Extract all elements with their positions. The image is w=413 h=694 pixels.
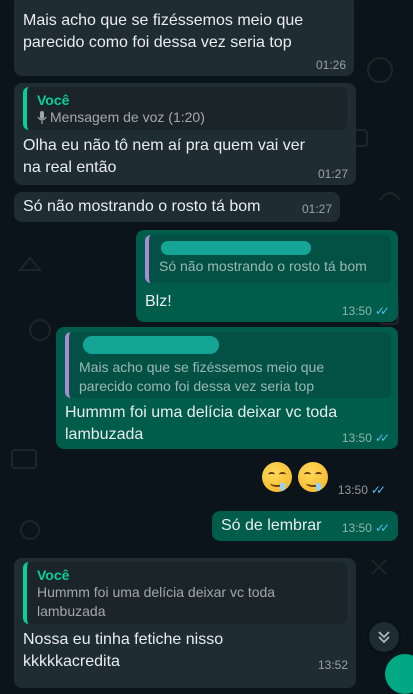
message-incoming[interactable]: Mais acho que se fizéssemos meio que par… xyxy=(14,0,354,76)
quote-text: Mais acho que se fizéssemos meio que par… xyxy=(79,359,325,394)
message-time: 13:50 xyxy=(337,483,368,497)
reply-quote[interactable]: Mais acho que se fizéssemos meio que par… xyxy=(65,332,391,398)
message-incoming[interactable]: Você Hummm foi uma delícia deixar vc tod… xyxy=(14,558,356,688)
message-outgoing-emoji[interactable]: 🤤🤤 13:50✓✓ xyxy=(258,456,398,504)
reply-quote[interactable]: Só não mostrando o rosto tá bom xyxy=(145,235,391,283)
message-text: Só não mostrando o rosto tá bom xyxy=(23,198,261,215)
message-outgoing[interactable]: Mais acho que se fizéssemos meio que par… xyxy=(56,327,398,449)
message-text: Hummm foi uma delícia deixar vc toda lam… xyxy=(65,404,338,443)
quote-author: Você xyxy=(37,567,70,583)
emoji-drooling-face-icon xyxy=(262,462,328,492)
message-time: 13:50 xyxy=(341,521,372,535)
mic-icon xyxy=(37,111,47,124)
quote-text: Hummm foi uma delícia deixar vc toda lam… xyxy=(37,584,276,619)
message-outgoing[interactable]: Só não mostrando o rosto tá bom Blz! 13:… xyxy=(136,230,398,322)
read-ticks-icon: ✓✓ xyxy=(374,431,390,445)
message-text: Mais acho que se fizéssemos meio que par… xyxy=(23,12,304,51)
reply-quote[interactable]: Você Hummm foi uma delícia deixar vc tod… xyxy=(23,562,347,624)
redacted-author xyxy=(83,336,219,354)
message-incoming[interactable]: Só não mostrando o rosto tá bom 01:27 xyxy=(14,192,340,222)
quote-author: Você xyxy=(37,92,70,108)
message-time: 01:27 xyxy=(317,167,348,181)
quote-text: Só não mostrando o rosto tá bom xyxy=(159,258,367,274)
read-ticks-icon: ✓✓ xyxy=(370,483,386,497)
reply-quote[interactable]: Você Mensagem de voz (1:20) xyxy=(23,87,347,130)
message-time: 01:26 xyxy=(315,58,346,72)
read-ticks-icon: ✓✓ xyxy=(374,304,390,318)
message-time: 13:52 xyxy=(317,658,348,672)
message-text: Olha eu não tô nem aí pra quem vai ver n… xyxy=(23,137,305,176)
message-time: 01:27 xyxy=(301,202,332,216)
message-time: 13:50 xyxy=(341,431,372,445)
compose-fab-button[interactable] xyxy=(385,654,413,694)
scroll-to-bottom-button[interactable] xyxy=(369,622,399,652)
quote-text: Mensagem de voz (1:20) xyxy=(50,109,205,125)
message-text: Nossa eu tinha fetiche nisso kkkkkacredi… xyxy=(23,631,224,670)
message-outgoing[interactable]: Só de lembrar 13:50 ✓✓ xyxy=(212,511,398,541)
chevron-double-down-icon xyxy=(378,631,390,644)
message-incoming[interactable]: Você Mensagem de voz (1:20) Olha eu não … xyxy=(14,83,356,185)
read-ticks-icon: ✓✓ xyxy=(374,521,390,535)
redacted-author xyxy=(161,241,311,255)
message-time: 13:50 xyxy=(341,304,372,318)
